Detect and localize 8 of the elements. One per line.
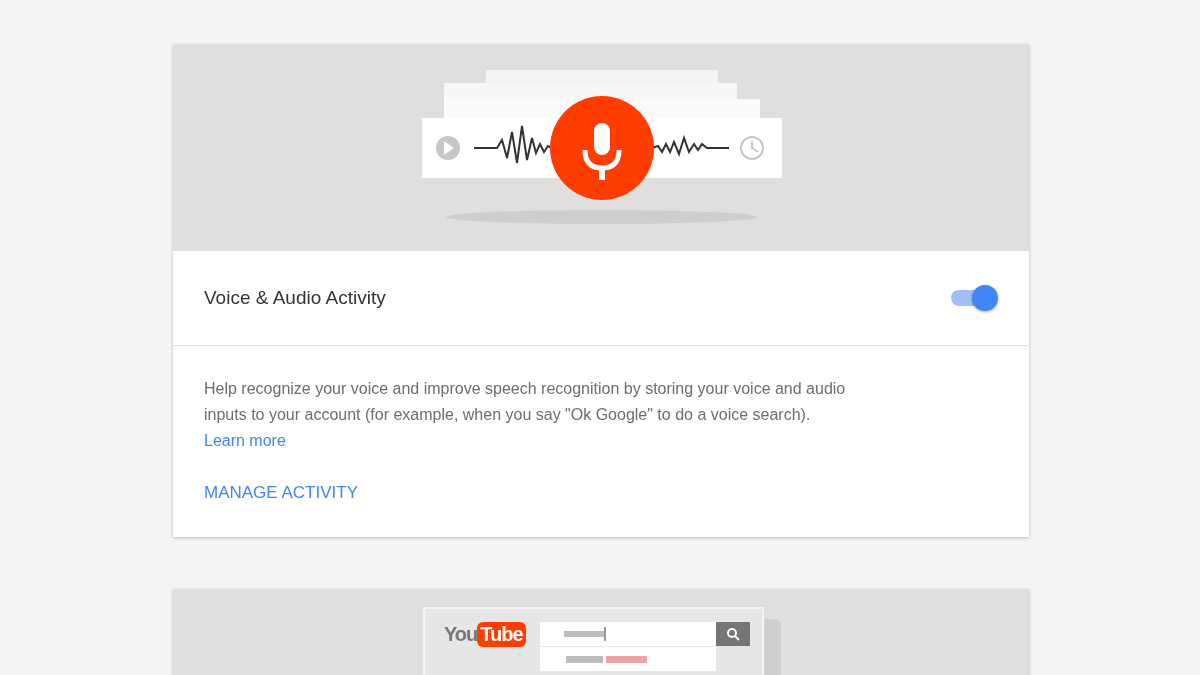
setting-title: Voice & Audio Activity bbox=[204, 287, 386, 309]
manage-activity-link[interactable]: MANAGE ACTIVITY bbox=[204, 483, 358, 503]
toggle-switch[interactable] bbox=[951, 285, 999, 311]
logo-text: You bbox=[444, 623, 478, 646]
learn-more-link[interactable]: Learn more bbox=[204, 432, 286, 449]
description-text: Help recognize your voice and improve speech recognition by storing your voice and audio inputs to your account (for example, when you say "Ok Google" to do a voice search). Learn more bbox=[204, 379, 847, 451]
search-icon bbox=[726, 627, 740, 641]
logo-text: Tube bbox=[477, 622, 526, 647]
